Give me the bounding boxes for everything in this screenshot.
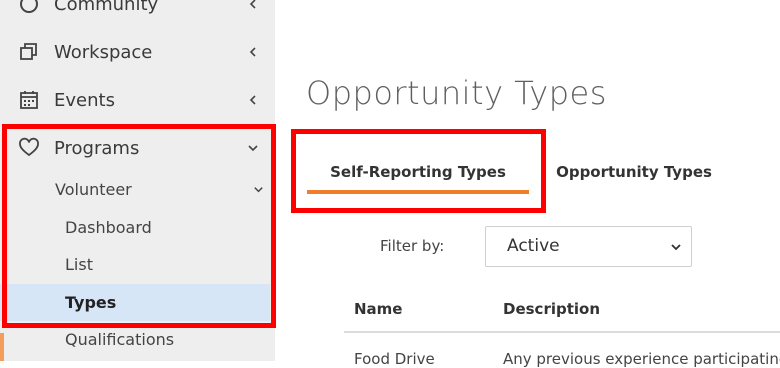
sidebar-accent-strip <box>0 333 4 361</box>
table-cell-name: Food Drive <box>354 350 435 368</box>
chevron-down-icon <box>671 244 681 251</box>
column-header-name[interactable]: Name <box>354 300 402 318</box>
sidebar-subitem-list[interactable]: List <box>0 246 270 283</box>
sidebar: Community Workspace Events Programs Volu… <box>0 0 275 361</box>
sidebar-subgroup-label: Volunteer <box>55 180 132 199</box>
table-header-divider <box>344 331 780 333</box>
sidebar-item-label: Programs <box>54 137 140 159</box>
copy-icon <box>20 43 37 60</box>
chevron-left-icon <box>249 0 256 9</box>
sidebar-subitem-dashboard[interactable]: Dashboard <box>0 209 270 246</box>
sidebar-item-events[interactable]: Events <box>0 80 275 120</box>
heart-icon <box>19 137 39 157</box>
chevron-left-icon <box>249 95 256 105</box>
sidebar-subitem-qualifications[interactable]: Qualifications <box>0 321 270 358</box>
sidebar-subitem-types[interactable]: Types <box>0 284 270 321</box>
circle-icon <box>20 0 38 13</box>
filter-label: Filter by: <box>380 237 445 255</box>
tab-opportunity-types[interactable]: Opportunity Types <box>553 150 715 194</box>
page-title: Opportunity Types <box>306 74 607 112</box>
sidebar-subitem-label: Qualifications <box>65 330 175 349</box>
sidebar-item-workspace[interactable]: Workspace <box>0 32 275 72</box>
tab-label: Opportunity Types <box>556 163 712 181</box>
sidebar-item-label: Workspace <box>54 41 153 63</box>
sidebar-subgroup-volunteer[interactable]: Volunteer <box>0 171 270 208</box>
filter-select[interactable]: Active <box>485 226 692 267</box>
filter-select-value: Active <box>507 236 560 256</box>
tab-self-reporting-types[interactable]: Self-Reporting Types <box>307 150 529 194</box>
table-cell-description: Any previous experience participating <box>503 350 780 368</box>
calendar-icon <box>20 91 38 109</box>
sidebar-item-label: Community <box>54 0 159 15</box>
sidebar-item-community[interactable]: Community <box>0 0 275 24</box>
sidebar-item-label: Events <box>54 89 115 111</box>
tab-label: Self-Reporting Types <box>330 163 506 181</box>
chevron-down-icon <box>254 187 263 193</box>
chevron-down-icon <box>248 145 258 152</box>
sidebar-subitem-label: List <box>65 255 93 274</box>
sidebar-subitem-label: Dashboard <box>65 218 152 237</box>
column-header-description[interactable]: Description <box>503 300 600 318</box>
sidebar-item-programs[interactable]: Programs <box>0 128 275 168</box>
sidebar-subitem-label: Types <box>65 293 117 312</box>
chevron-left-icon <box>249 47 256 57</box>
